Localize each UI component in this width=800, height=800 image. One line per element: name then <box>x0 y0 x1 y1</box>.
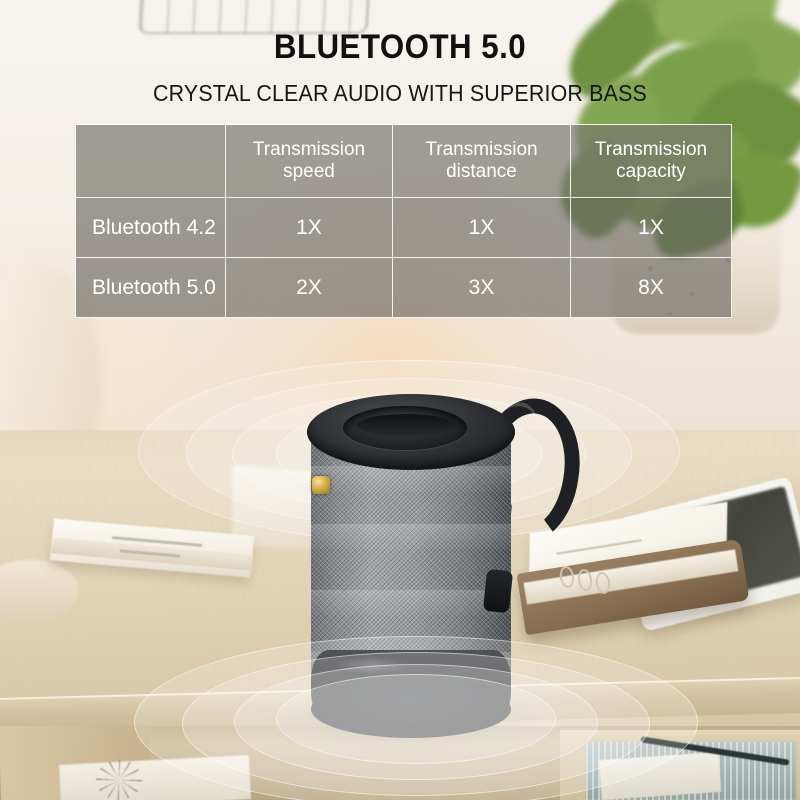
speaker-brand-logo-icon <box>312 476 330 494</box>
table-header-row: Transmission speed Transmission distance… <box>75 124 732 198</box>
table-row: Bluetooth 5.0 2X 3X 8X <box>75 257 732 318</box>
speaker-top-slot <box>357 414 455 436</box>
row-label-bluetooth-42: Bluetooth 4.2 <box>75 197 226 258</box>
under-shelf-card <box>598 751 722 800</box>
cell-bt42-distance: 1X <box>392 197 571 258</box>
header-line-1: Transmission <box>252 139 366 161</box>
background-photo-scene <box>0 0 800 800</box>
header-line-1: Transmission <box>425 139 538 161</box>
comparison-table: Transmission speed Transmission distance… <box>75 124 732 318</box>
page-subtitle: CRYSTAL CLEAR AUDIO WITH SUPERIOR BASS <box>152 80 648 106</box>
table-header-transmission-speed: Transmission speed <box>225 124 393 198</box>
header-line-1: Transmission <box>594 139 708 161</box>
header-line-2: distance <box>446 161 517 182</box>
table-corner-cell <box>75 124 226 198</box>
dried-flower-icon <box>96 760 142 800</box>
table-header-transmission-capacity: Transmission capacity <box>570 124 732 198</box>
page-title: BLUETOOTH 5.0 <box>273 28 527 66</box>
product-marketing-image: BLUETOOTH 5.0 CRYSTAL CLEAR AUDIO WITH S… <box>0 0 800 800</box>
speaker-base-bottom <box>311 680 511 738</box>
header-line-2: capacity <box>616 161 686 182</box>
cell-bt42-capacity: 1X <box>570 197 732 258</box>
table-header-transmission-distance: Transmission distance <box>392 124 571 198</box>
cell-bt50-speed: 2X <box>225 257 393 318</box>
bluetooth-speaker <box>295 388 590 738</box>
header-line-2: speed <box>283 161 335 182</box>
speaker-strap-clip <box>482 568 514 614</box>
speaker-base-highlight <box>331 660 411 670</box>
table-row: Bluetooth 4.2 1X 1X 1X <box>75 197 732 258</box>
cell-bt50-distance: 3X <box>392 257 571 318</box>
row-label-bluetooth-50: Bluetooth 5.0 <box>75 257 226 318</box>
cell-bt50-capacity: 8X <box>570 257 732 318</box>
cell-bt42-speed: 1X <box>225 197 393 258</box>
